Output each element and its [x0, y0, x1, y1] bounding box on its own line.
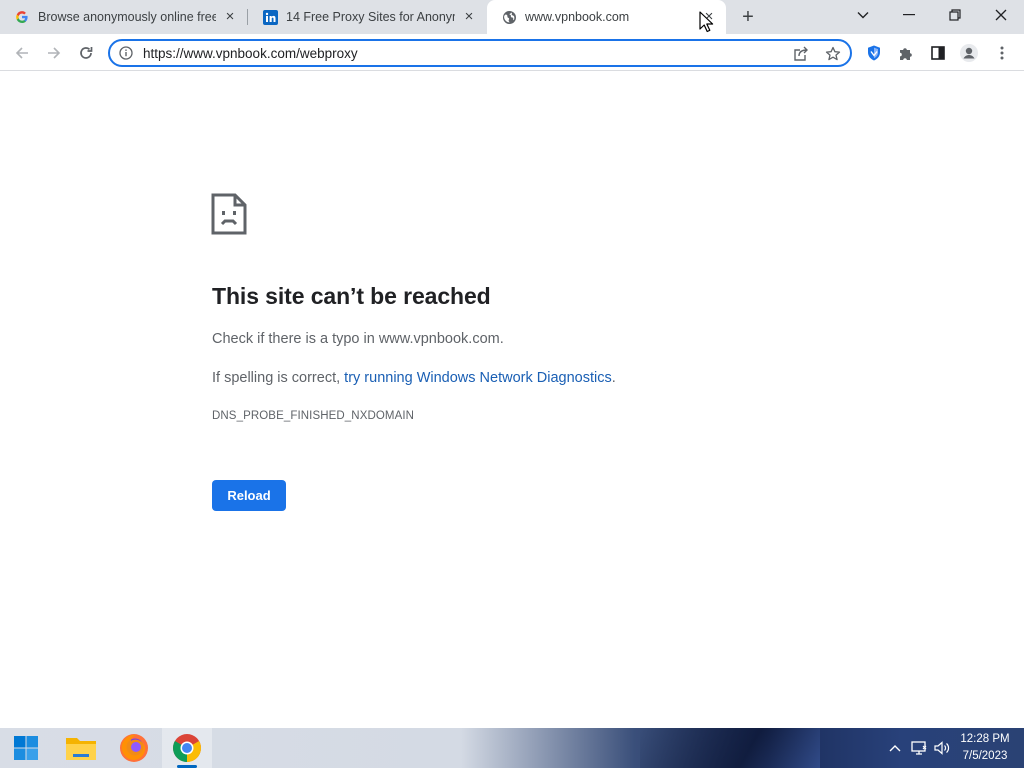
chrome-icon	[173, 734, 201, 762]
mouse-cursor-icon	[699, 11, 714, 33]
start-icon	[14, 736, 38, 760]
taskbar-file-explorer[interactable]	[65, 732, 97, 764]
more-vert-icon	[1000, 46, 1004, 60]
puzzle-icon	[900, 48, 912, 60]
tab-browse-anonymously[interactable]: Browse anonymously online free ×	[0, 0, 247, 34]
tab-strip: Browse anonymously online free × 14 Free…	[0, 0, 1024, 34]
close-icon[interactable]: ×	[461, 9, 477, 25]
page-content: This site can’t be reached Check if ther…	[0, 71, 1024, 728]
tab-title: 14 Free Proxy Sites for Anonymous	[286, 10, 455, 24]
reload-button[interactable]	[73, 40, 99, 66]
shield-extension-button[interactable]	[861, 40, 887, 66]
diagnostics-suffix: .	[611, 370, 616, 386]
wallpaper-band	[640, 728, 820, 768]
tab-title: Browse anonymously online free	[38, 10, 216, 24]
linkedin-icon	[262, 9, 278, 25]
error-code: DNS_PROBE_FINISHED_NXDOMAIN	[212, 410, 415, 422]
taskbar-chrome[interactable]	[171, 732, 203, 764]
chevron-down-icon	[857, 12, 869, 19]
minimize-icon	[903, 14, 915, 16]
url-input[interactable]	[143, 44, 783, 62]
error-title: This site can’t be reached	[212, 283, 491, 309]
arrow-right-icon	[48, 47, 61, 59]
shield-icon	[868, 45, 880, 61]
menu-button[interactable]	[989, 40, 1015, 66]
extensions-button[interactable]	[893, 40, 919, 66]
back-button[interactable]	[9, 40, 35, 66]
info-icon[interactable]	[119, 46, 133, 60]
new-tab-button[interactable]: +	[737, 6, 759, 28]
address-bar[interactable]	[108, 39, 852, 67]
sad-document-icon	[211, 193, 247, 235]
globe-icon	[501, 9, 517, 25]
chevron-up-icon	[889, 745, 901, 752]
network-status[interactable]	[909, 736, 929, 760]
system-clock[interactable]: 12:28 PM 7/5/2023	[950, 731, 1020, 765]
speaker-icon	[934, 741, 950, 755]
diagnostics-link[interactable]: try running Windows Network Diagnostics	[344, 370, 612, 386]
browser-toolbar	[0, 34, 1024, 71]
firefox-icon	[120, 734, 148, 762]
close-icon[interactable]: ×	[222, 9, 238, 25]
error-diagnostics-text: If spelling is correct, try running Wind…	[212, 370, 616, 386]
tab-proxy-sites[interactable]: 14 Free Proxy Sites for Anonymous ×	[248, 0, 486, 34]
avatar-icon	[960, 44, 978, 62]
tab-search-button[interactable]	[840, 0, 886, 30]
tab-vpnbook[interactable]: www.vpnbook.com ×	[487, 0, 726, 34]
minimize-button[interactable]	[886, 0, 932, 30]
show-hidden-icons-button[interactable]	[886, 736, 904, 760]
taskbar-firefox[interactable]	[118, 732, 150, 764]
diagnostics-prefix: If spelling is correct,	[212, 370, 345, 386]
arrow-left-icon	[15, 47, 28, 59]
share-icon[interactable]	[792, 45, 810, 63]
start-button[interactable]	[10, 732, 42, 764]
side-panel-icon	[931, 46, 945, 60]
close-window-button[interactable]	[978, 0, 1024, 30]
google-icon	[14, 9, 30, 25]
star-icon[interactable]	[824, 45, 842, 63]
network-icon	[911, 741, 927, 755]
clock-time: 12:28 PM	[960, 733, 1010, 745]
refresh-icon	[80, 47, 93, 59]
tab-title: www.vpnbook.com	[525, 10, 630, 24]
forward-button[interactable]	[41, 40, 67, 66]
side-panel-button[interactable]	[925, 40, 951, 66]
close-icon	[995, 9, 1007, 21]
restore-icon	[949, 9, 961, 21]
reload-page-button[interactable]: Reload	[212, 480, 286, 511]
volume-control[interactable]	[932, 736, 952, 760]
file-explorer-icon	[66, 738, 96, 760]
profile-button[interactable]	[956, 40, 982, 66]
restore-button[interactable]	[932, 0, 978, 30]
clock-date: 7/5/2023	[962, 750, 1008, 762]
taskbar: 12:28 PM 7/5/2023	[0, 728, 1024, 768]
error-suggestion: Check if there is a typo in www.vpnbook.…	[212, 331, 504, 347]
